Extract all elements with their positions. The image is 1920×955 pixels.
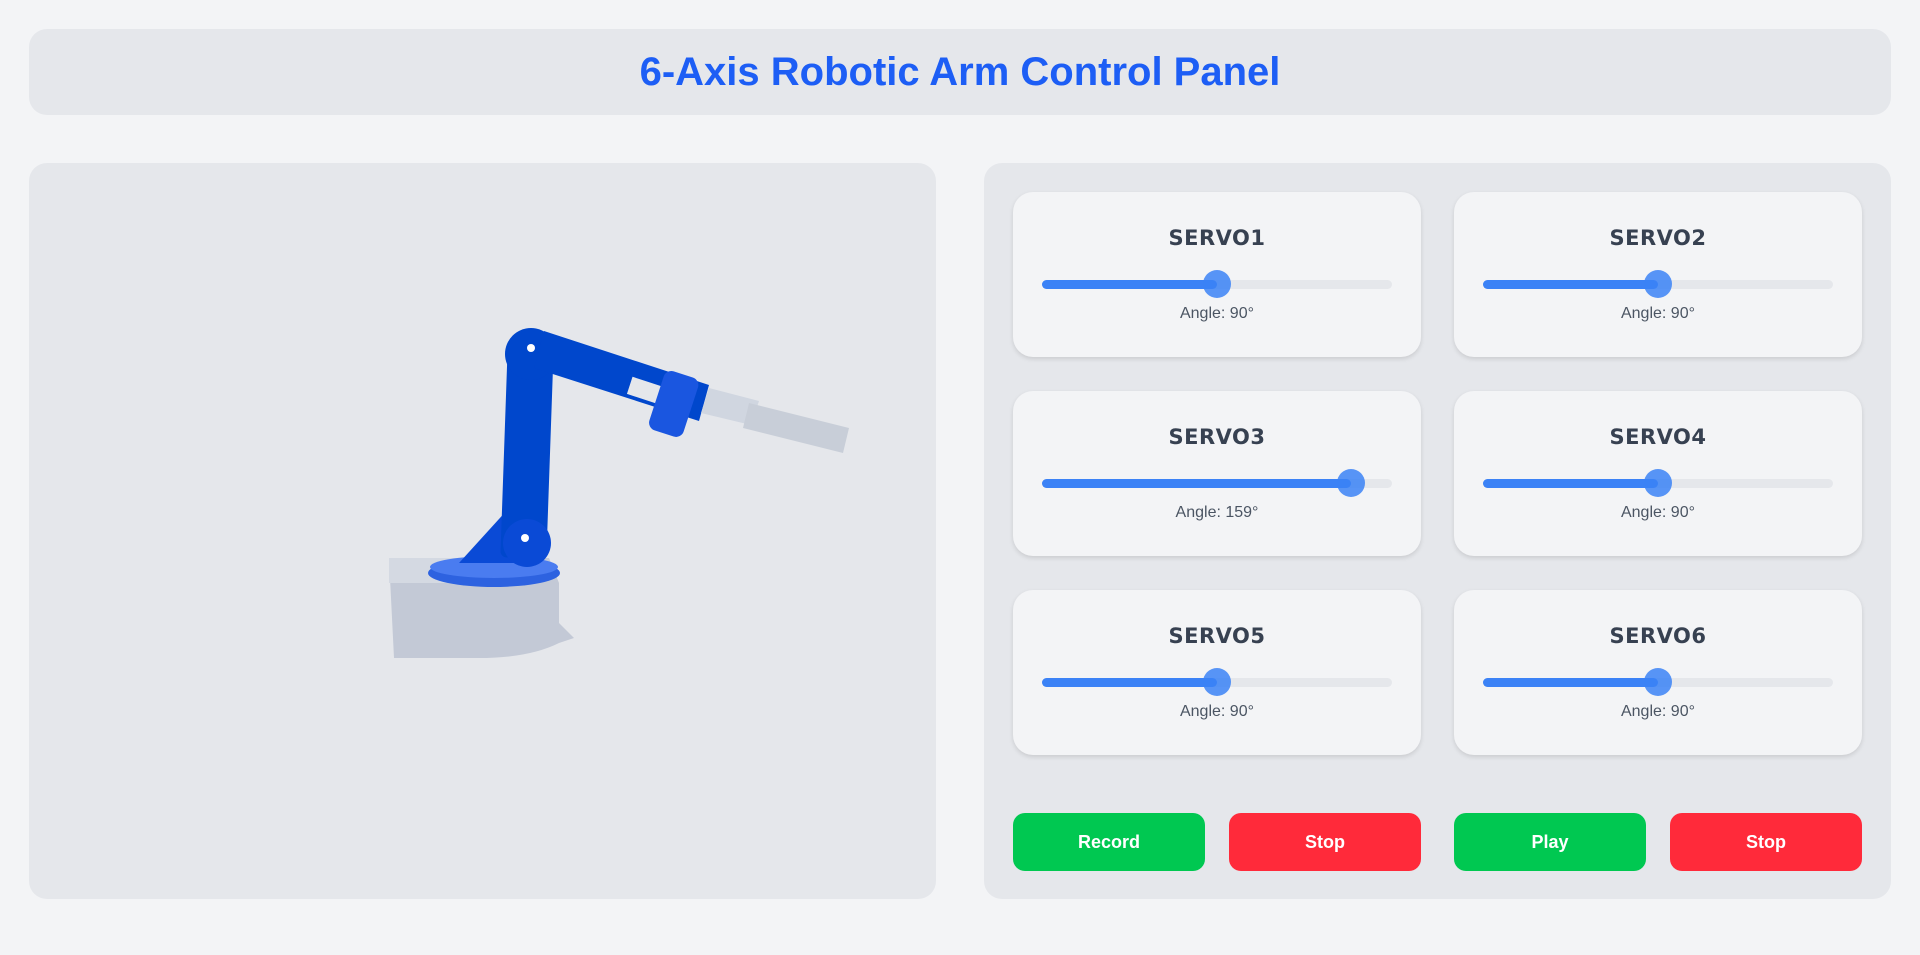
servo-card-3: SERVO3 Angle: 159°: [1013, 391, 1421, 556]
servo-card-1: SERVO1 Angle: 90°: [1013, 192, 1421, 357]
angle-readout: Angle: 90°: [1179, 703, 1254, 720]
angle-readout: Angle: 90°: [1620, 504, 1695, 521]
slider-thumb[interactable]: [1203, 668, 1231, 696]
record-button[interactable]: Record: [1013, 813, 1205, 871]
angle-readout: Angle: 159°: [1175, 504, 1259, 521]
angle-readout: Angle: 90°: [1620, 305, 1695, 322]
slider-thumb[interactable]: [1203, 270, 1231, 298]
servo6-slider[interactable]: [1483, 668, 1833, 696]
slider-thumb[interactable]: [1644, 668, 1672, 696]
servo-card-2: SERVO2 Angle: 90°: [1454, 192, 1862, 357]
angle-readout: Angle: 90°: [1179, 305, 1254, 322]
servo-card-6: SERVO6 Angle: 90°: [1454, 590, 1862, 755]
angle-readout: Angle: 90°: [1620, 703, 1695, 720]
servo3-slider[interactable]: [1042, 469, 1392, 497]
servo2-slider[interactable]: [1483, 270, 1833, 298]
robot-3d-viewer[interactable]: [29, 163, 936, 899]
slider-thumb[interactable]: [1644, 469, 1672, 497]
slider-thumb[interactable]: [1644, 270, 1672, 298]
stop-play-button[interactable]: Stop: [1670, 813, 1862, 871]
servo4-slider[interactable]: [1483, 469, 1833, 497]
page-title: 6-Axis Robotic Arm Control Panel: [639, 49, 1281, 94]
servo-name: SERVO2: [1609, 226, 1707, 250]
servo-name: SERVO5: [1168, 624, 1266, 648]
servo-controls-panel: SERVO1 Angle: 90° SERVO2 Angle: 90° SERV…: [984, 163, 1891, 899]
header: 6-Axis Robotic Arm Control Panel: [29, 29, 1891, 115]
servo1-slider[interactable]: [1042, 270, 1392, 298]
stop-record-button[interactable]: Stop: [1229, 813, 1421, 871]
play-button[interactable]: Play: [1454, 813, 1646, 871]
servo-card-4: SERVO4 Angle: 90°: [1454, 391, 1862, 556]
servo-name: SERVO1: [1168, 226, 1266, 250]
servo-name: SERVO4: [1609, 425, 1707, 449]
servo-name: SERVO6: [1609, 624, 1707, 648]
servo-name: SERVO3: [1168, 425, 1266, 449]
servo-card-5: SERVO5 Angle: 90°: [1013, 590, 1421, 755]
slider-thumb[interactable]: [1337, 469, 1366, 497]
robot-arm-model: [389, 328, 849, 658]
servo5-slider[interactable]: [1042, 668, 1392, 696]
